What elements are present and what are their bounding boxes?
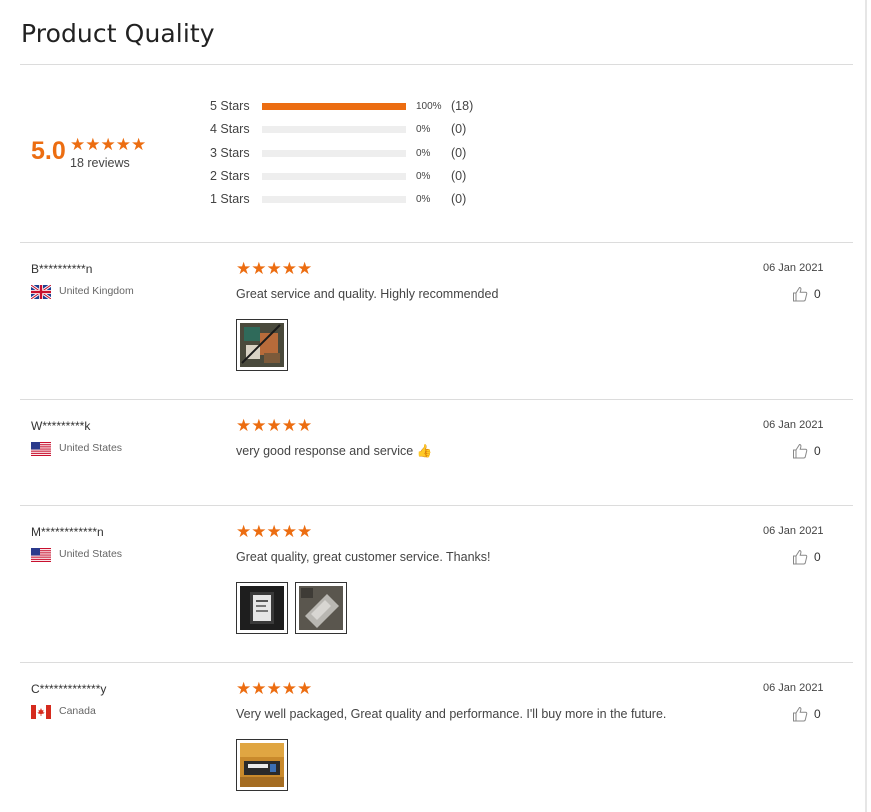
rating-row-label: 5 Stars [210, 99, 250, 113]
us-flag-icon [31, 442, 51, 456]
like-button[interactable]: 0 [792, 443, 826, 461]
average-stars-icon: ★★★★★ [70, 135, 147, 154]
like-count: 0 [814, 550, 821, 564]
review-date: 06 Jan 2021 [763, 525, 824, 537]
country-name: United States [59, 442, 123, 454]
thumbs-up-icon [792, 706, 808, 722]
review-date: 06 Jan 2021 [763, 682, 824, 694]
like-count: 0 [814, 707, 821, 721]
rating-percent: 100% [416, 101, 442, 112]
review-text: very good response and service 👍 [236, 444, 433, 458]
rating-bar [262, 103, 406, 110]
divider [20, 399, 853, 400]
product-quality-panel: Product Quality 5.0 ★★★★★ 18 reviews 5 S… [0, 0, 867, 812]
country-name: United Kingdom [59, 285, 134, 297]
rating-percent: 0% [416, 148, 431, 159]
review-photo[interactable] [236, 319, 288, 371]
like-count: 0 [814, 444, 821, 458]
divider [20, 64, 853, 65]
divider [20, 242, 853, 243]
rating-row-5[interactable]: 5 Stars 100% (18) [210, 99, 490, 115]
review-date: 06 Jan 2021 [763, 262, 824, 274]
canada-flag-icon [31, 705, 51, 719]
like-button[interactable]: 0 [792, 706, 826, 724]
rating-percent: 0% [416, 124, 431, 135]
review-stars-icon: ★★★★★ [236, 522, 313, 541]
thumbs-up-icon [792, 286, 808, 302]
like-button[interactable]: 0 [792, 549, 826, 567]
divider [20, 662, 853, 663]
rating-bar [262, 196, 406, 203]
reviewer-name: B**********n [31, 262, 93, 276]
reviewer-name: C*************y [31, 682, 107, 696]
rating-row-label: 2 Stars [210, 169, 250, 183]
reviewer-name: M************n [31, 525, 104, 539]
rating-row-label: 4 Stars [210, 122, 250, 136]
country-name: Canada [59, 705, 96, 717]
rating-bar [262, 173, 406, 180]
review-text: Great service and quality. Highly recomm… [236, 287, 499, 301]
review-stars-icon: ★★★★★ [236, 259, 313, 278]
review-text: Very well packaged, Great quality and pe… [236, 707, 667, 721]
rating-row-4[interactable]: 4 Stars 0% (0) [210, 122, 490, 138]
divider [20, 505, 853, 506]
us-flag-icon [31, 548, 51, 562]
rating-row-1[interactable]: 1 Stars 0% (0) [210, 192, 490, 208]
review-stars-icon: ★★★★★ [236, 679, 313, 698]
like-count: 0 [814, 287, 821, 301]
page-title: Product Quality [21, 19, 215, 48]
thumbs-up-icon [792, 549, 808, 565]
review-photo[interactable] [236, 582, 288, 634]
uk-flag-icon [31, 285, 51, 299]
rating-row-3[interactable]: 3 Stars 0% (0) [210, 146, 490, 162]
rating-count: (0) [451, 169, 467, 183]
like-button[interactable]: 0 [792, 286, 826, 304]
review-photo[interactable] [236, 739, 288, 791]
rating-row-2[interactable]: 2 Stars 0% (0) [210, 169, 490, 185]
average-rating: 5.0 [31, 137, 66, 165]
reviewer-name: W*********k [31, 419, 91, 433]
rating-count: (0) [451, 192, 467, 206]
rating-count: (0) [451, 146, 467, 160]
rating-count: (0) [451, 122, 467, 136]
rating-count: (18) [451, 99, 474, 113]
country-name: United States [59, 548, 123, 560]
review-count: 18 reviews [70, 156, 130, 170]
rating-row-label: 1 Stars [210, 192, 250, 206]
rating-bar-fill [262, 103, 406, 110]
rating-percent: 0% [416, 171, 431, 182]
review-date: 06 Jan 2021 [763, 419, 824, 431]
review-photo[interactable] [295, 582, 347, 634]
rating-bar [262, 126, 406, 133]
rating-bar [262, 150, 406, 157]
rating-row-label: 3 Stars [210, 146, 250, 160]
rating-percent: 0% [416, 194, 431, 205]
thumbs-up-icon [792, 443, 808, 459]
review-stars-icon: ★★★★★ [236, 416, 313, 435]
review-text: Great quality, great customer service. T… [236, 550, 491, 564]
